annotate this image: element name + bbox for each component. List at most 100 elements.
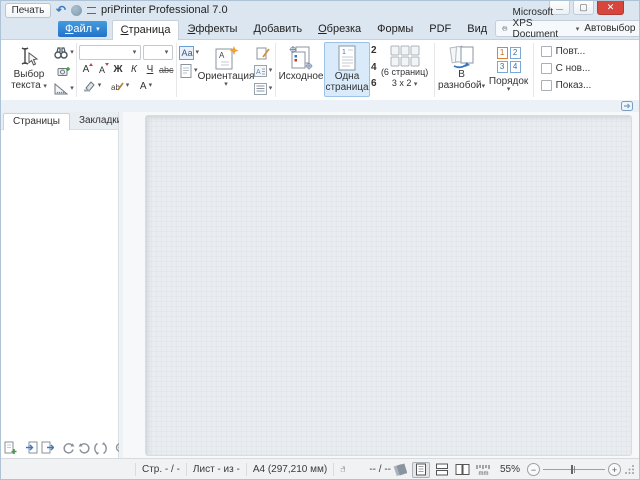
sidebar-toolbar bbox=[1, 438, 118, 458]
collapse-ribbon-icon[interactable] bbox=[621, 101, 633, 111]
source-layout-icon bbox=[288, 45, 314, 71]
undo-button[interactable] bbox=[54, 3, 68, 17]
insert-page-before-button[interactable] bbox=[25, 441, 38, 456]
rotate-ccw-button[interactable] bbox=[78, 441, 91, 456]
orientation-button[interactable]: А Ориентация bbox=[199, 42, 253, 97]
tab-crop[interactable]: Обрезка bbox=[310, 20, 369, 39]
grow-font-button[interactable]: А bbox=[79, 62, 93, 76]
preset-6-pages[interactable]: 6 bbox=[371, 78, 377, 89]
text-style-button[interactable]: Аа bbox=[179, 45, 200, 61]
statusbar: Стр. - / - Лист - из - A4 (297,210 мм) -… bbox=[1, 458, 639, 480]
tab-pdf[interactable]: PDF bbox=[421, 20, 459, 39]
rotate-cw-button[interactable] bbox=[62, 441, 75, 456]
sheet-indicator[interactable]: Лист - из - bbox=[193, 464, 240, 475]
strikethrough-button[interactable]: abc bbox=[159, 62, 174, 76]
bold-button[interactable]: Ж bbox=[111, 62, 125, 76]
font-family-select[interactable] bbox=[79, 45, 141, 60]
shuffle-pages-icon bbox=[448, 45, 476, 69]
svg-text:Аа: Аа bbox=[181, 48, 192, 58]
repeat-checkbox[interactable]: Повт... bbox=[541, 46, 592, 57]
chevron-down-icon bbox=[149, 83, 153, 89]
pages-thumbnail-list[interactable] bbox=[1, 130, 118, 438]
svg-text:mm: mm bbox=[479, 471, 489, 476]
tab-effects[interactable]: Эффекты bbox=[179, 20, 245, 39]
rotate-180-icon bbox=[94, 442, 107, 455]
chevron-down-icon bbox=[161, 46, 172, 59]
insert-page-after-button[interactable] bbox=[41, 441, 54, 456]
paper-size-indicator[interactable]: A4 (297,210 мм) bbox=[253, 464, 327, 475]
zoom-out-button[interactable] bbox=[527, 463, 540, 476]
undo-icon bbox=[56, 3, 66, 17]
measure-icon bbox=[54, 83, 68, 95]
source-layout-button[interactable]: Исходное bbox=[278, 42, 324, 97]
italic-button[interactable]: К bbox=[127, 62, 141, 76]
zoom-level: 55% bbox=[500, 464, 520, 475]
group-options: Повт... С нов... Показ... bbox=[535, 41, 596, 99]
rotate-180-button[interactable] bbox=[94, 441, 107, 456]
tilted-view-button[interactable] bbox=[391, 462, 409, 478]
group-select: Выбор текста bbox=[3, 41, 75, 99]
printer-mode[interactable]: Автовыбор bbox=[584, 23, 635, 34]
add-page-button[interactable] bbox=[4, 441, 17, 456]
snapshot-button[interactable] bbox=[54, 63, 74, 79]
zoom-slider-center-mark bbox=[574, 466, 575, 473]
crop-marks-icon[interactable] bbox=[340, 463, 347, 476]
shrink-font-button[interactable]: А bbox=[95, 62, 109, 76]
lines-layout-icon bbox=[254, 83, 267, 95]
preset-4-pages[interactable]: 4 bbox=[371, 62, 377, 73]
preview-canvas[interactable] bbox=[145, 115, 632, 456]
tab-forms[interactable]: Формы bbox=[369, 20, 421, 39]
new-page-checkbox[interactable]: С нов... bbox=[541, 63, 592, 74]
single-page-view-button[interactable] bbox=[412, 462, 430, 478]
highlight-button[interactable] bbox=[79, 78, 105, 94]
lines-layout-button[interactable] bbox=[253, 81, 273, 97]
preset-2-pages[interactable]: 2 bbox=[371, 45, 377, 56]
maximize-button[interactable] bbox=[573, 1, 594, 15]
facing-pages-view-button[interactable] bbox=[454, 462, 472, 478]
sidebar-tab-pages[interactable]: Страницы bbox=[3, 113, 70, 130]
chevron-down-icon bbox=[98, 83, 102, 89]
select-text-icon bbox=[17, 45, 41, 69]
shuffle-button[interactable]: В разнобой bbox=[437, 42, 487, 97]
page-style-button[interactable] bbox=[179, 63, 200, 79]
customize-quick-access-button[interactable] bbox=[86, 3, 97, 17]
select-text-button[interactable]: Выбор текста bbox=[4, 42, 54, 97]
chevron-down-icon bbox=[224, 82, 228, 88]
find-button[interactable] bbox=[54, 45, 74, 61]
svg-text:А: А bbox=[219, 51, 225, 60]
page-tools-column: A bbox=[253, 42, 273, 97]
show-checkbox[interactable]: Показ... bbox=[541, 80, 592, 91]
printer-dropdown-icon[interactable] bbox=[576, 23, 580, 34]
text-fit-button[interactable]: A bbox=[253, 63, 273, 79]
tab-insert[interactable]: Добавить bbox=[245, 20, 310, 39]
tab-view[interactable]: Вид bbox=[459, 20, 495, 39]
redo-button[interactable] bbox=[70, 3, 83, 17]
underline-button[interactable]: Ч bbox=[143, 62, 157, 76]
font-color-button[interactable]: А bbox=[135, 78, 157, 94]
font-size-select[interactable] bbox=[143, 45, 173, 60]
one-page-button[interactable]: 1 Одна страница bbox=[324, 42, 370, 97]
ruler-toggle-button[interactable]: mm bbox=[475, 462, 493, 478]
file-menu-button[interactable]: Файл bbox=[58, 21, 107, 37]
printer-selector[interactable]: Microsoft XPS Document Writer Автовыбор bbox=[495, 20, 640, 37]
tab-page[interactable]: Страница bbox=[112, 20, 180, 40]
printer-icon bbox=[502, 23, 507, 34]
zoom-slider-thumb[interactable] bbox=[571, 465, 573, 474]
chevron-down-icon bbox=[129, 46, 140, 59]
print-button[interactable]: Печать bbox=[5, 3, 51, 18]
measure-button[interactable] bbox=[54, 81, 74, 97]
continuous-view-button[interactable] bbox=[433, 462, 451, 478]
menubar: Файл Страница Эффекты Добавить Обрезка Ф… bbox=[1, 19, 639, 39]
resize-grip[interactable] bbox=[624, 464, 635, 475]
pages-per-sheet-button[interactable]: (6 страниц) 3 x 2 bbox=[378, 42, 432, 97]
order-button[interactable]: 1 2 3 4 Порядок bbox=[487, 42, 531, 97]
zoom-slider[interactable] bbox=[543, 463, 605, 476]
page-edit-button[interactable] bbox=[253, 45, 273, 61]
chevron-down-icon bbox=[269, 68, 273, 74]
ruler-mm-icon: mm bbox=[476, 463, 491, 476]
sidebar-tabs: Страницы Закладки bbox=[1, 112, 118, 130]
close-button[interactable] bbox=[597, 1, 624, 15]
zoom-in-button[interactable] bbox=[608, 463, 621, 476]
edit-text-button[interactable]: ab bbox=[107, 78, 133, 94]
page-indicator[interactable]: Стр. - / - bbox=[142, 464, 180, 475]
